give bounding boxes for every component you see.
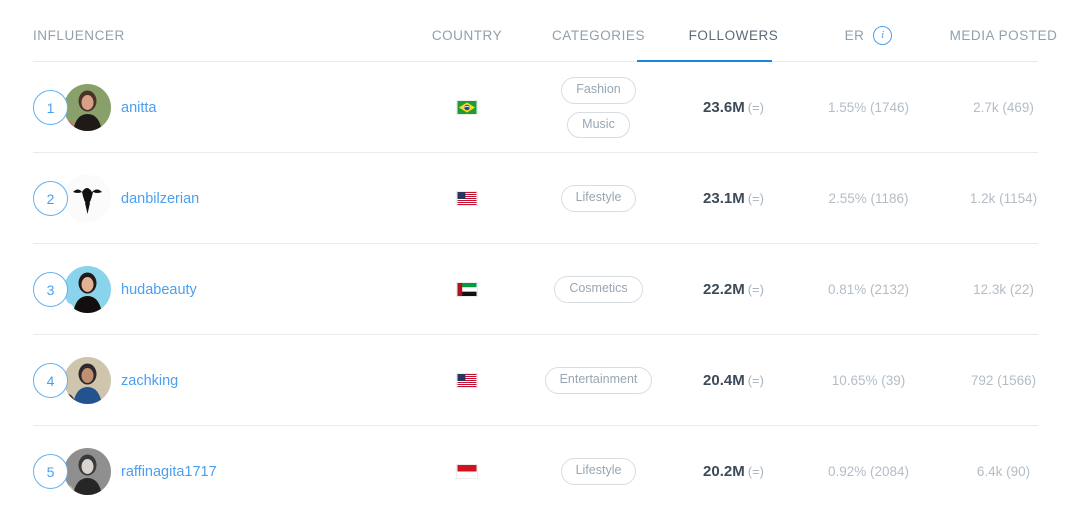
- media-posted-value: 2.7k (469): [973, 100, 1034, 115]
- category-pill[interactable]: Lifestyle: [560, 185, 637, 212]
- influencer-handle-link[interactable]: zachking: [121, 373, 178, 389]
- flag-icon-us: [456, 373, 478, 388]
- flag-icon-us: [456, 191, 478, 206]
- followers-cell: 23.6M (=): [666, 99, 801, 117]
- followers-cell: 23.1M (=): [666, 190, 801, 208]
- influencer-cell: 1 anitta: [0, 84, 403, 131]
- influencer-ranking-table: INFLUENCER COUNTRY CATEGORIES FOLLOWERS …: [0, 0, 1071, 515]
- media-posted-value: 12.3k (22): [973, 282, 1034, 297]
- followers-value: 20.4M: [703, 371, 745, 389]
- table-row[interactable]: 2 danbilzerian Lifestyle 23.1M (=) 2.55% (118…: [0, 153, 1071, 244]
- rank-badge: 3: [33, 272, 68, 307]
- table-body: 1 anitta Fashion Music 23.6M (=) 1.55% (1746) 2…: [0, 62, 1071, 515]
- table-header: INFLUENCER COUNTRY CATEGORIES FOLLOWERS …: [0, 0, 1071, 62]
- country-cell: [403, 191, 531, 206]
- category-pill[interactable]: Fashion: [561, 77, 636, 104]
- column-header-influencer[interactable]: INFLUENCER: [0, 28, 403, 43]
- influencer-cell: 3 hudabeauty: [0, 266, 403, 313]
- followers-cell: 22.2M (=): [666, 281, 801, 299]
- influencer-handle-link[interactable]: hudabeauty: [121, 282, 197, 298]
- categories-cell: Lifestyle: [531, 185, 666, 212]
- followers-delta: (=): [747, 99, 764, 115]
- table-row[interactable]: 1 anitta Fashion Music 23.6M (=) 1.55% (1746) 2…: [0, 62, 1071, 153]
- avatar[interactable]: [64, 448, 111, 495]
- avatar[interactable]: [64, 266, 111, 313]
- table-row[interactable]: 3 hudabeauty Cosmetics 22.2M (=) 0.81% (2132)…: [0, 244, 1071, 335]
- er-value: 0.92% (2084): [827, 464, 910, 479]
- er-value: 2.55% (1186): [828, 191, 909, 206]
- media-posted-value: 792 (1566): [970, 373, 1037, 388]
- influencer-handle-link[interactable]: raffinagita1717: [121, 464, 217, 480]
- categories-cell: Lifestyle: [531, 458, 666, 485]
- er-value: 10.65% (39): [831, 373, 906, 388]
- influencer-handle-link[interactable]: danbilzerian: [121, 191, 199, 207]
- rank-badge: 4: [33, 363, 68, 398]
- table-row[interactable]: 5 raffinagita1717 Lifestyle 20.2M (=) 0.92% (…: [0, 426, 1071, 515]
- country-cell: [403, 282, 531, 297]
- avatar[interactable]: [64, 357, 111, 404]
- followers-value: 23.1M: [703, 189, 745, 207]
- media-posted-value: 6.4k (90): [976, 464, 1031, 479]
- followers-value: 22.2M: [703, 280, 745, 298]
- column-header-categories[interactable]: CATEGORIES: [531, 28, 666, 43]
- avatar[interactable]: [64, 84, 111, 131]
- flag-icon-ae: [456, 282, 478, 297]
- rank-badge: 2: [33, 181, 68, 216]
- followers-delta: (=): [747, 463, 764, 479]
- column-header-media-posted[interactable]: MEDIA POSTED: [936, 28, 1071, 43]
- flag-icon-br: [456, 100, 478, 115]
- info-icon[interactable]: i: [873, 25, 893, 45]
- er-value: 1.55% (1746): [827, 100, 910, 115]
- followers-cell: 20.4M (=): [666, 372, 801, 390]
- country-cell: [403, 100, 531, 115]
- er-value: 0.81% (2132): [827, 282, 910, 297]
- avatar[interactable]: [64, 175, 111, 222]
- followers-delta: (=): [747, 372, 764, 388]
- influencer-cell: 4 zachking: [0, 357, 403, 404]
- category-pill[interactable]: Music: [567, 111, 630, 138]
- category-pill[interactable]: Entertainment: [544, 367, 653, 394]
- influencer-cell: 2 danbilzerian: [0, 175, 403, 222]
- category-pill[interactable]: Cosmetics: [554, 276, 643, 303]
- categories-cell: Fashion Music: [531, 77, 666, 138]
- media-posted-value: 1.2k (1154): [969, 191, 1038, 206]
- rank-badge: 5: [33, 454, 68, 489]
- followers-delta: (=): [747, 281, 764, 297]
- category-pill[interactable]: Lifestyle: [560, 458, 637, 485]
- country-cell: [403, 464, 531, 479]
- column-header-er[interactable]: ER i: [801, 25, 936, 45]
- categories-cell: Entertainment: [531, 367, 666, 394]
- followers-value: 23.6M: [703, 98, 745, 116]
- followers-delta: (=): [747, 190, 764, 206]
- country-cell: [403, 373, 531, 388]
- influencer-cell: 5 raffinagita1717: [0, 448, 403, 495]
- table-row[interactable]: 4 zachking Entertainment 20.4M (=) 10.65% (39…: [0, 335, 1071, 426]
- column-header-followers[interactable]: FOLLOWERS: [666, 28, 801, 43]
- influencer-handle-link[interactable]: anitta: [121, 100, 156, 116]
- categories-cell: Cosmetics: [531, 276, 666, 303]
- rank-badge: 1: [33, 90, 68, 125]
- column-header-er-label: ER: [844, 27, 865, 43]
- followers-cell: 20.2M (=): [666, 463, 801, 481]
- column-header-country[interactable]: COUNTRY: [403, 28, 531, 43]
- followers-value: 20.2M: [703, 462, 745, 480]
- flag-icon-id: [456, 464, 478, 479]
